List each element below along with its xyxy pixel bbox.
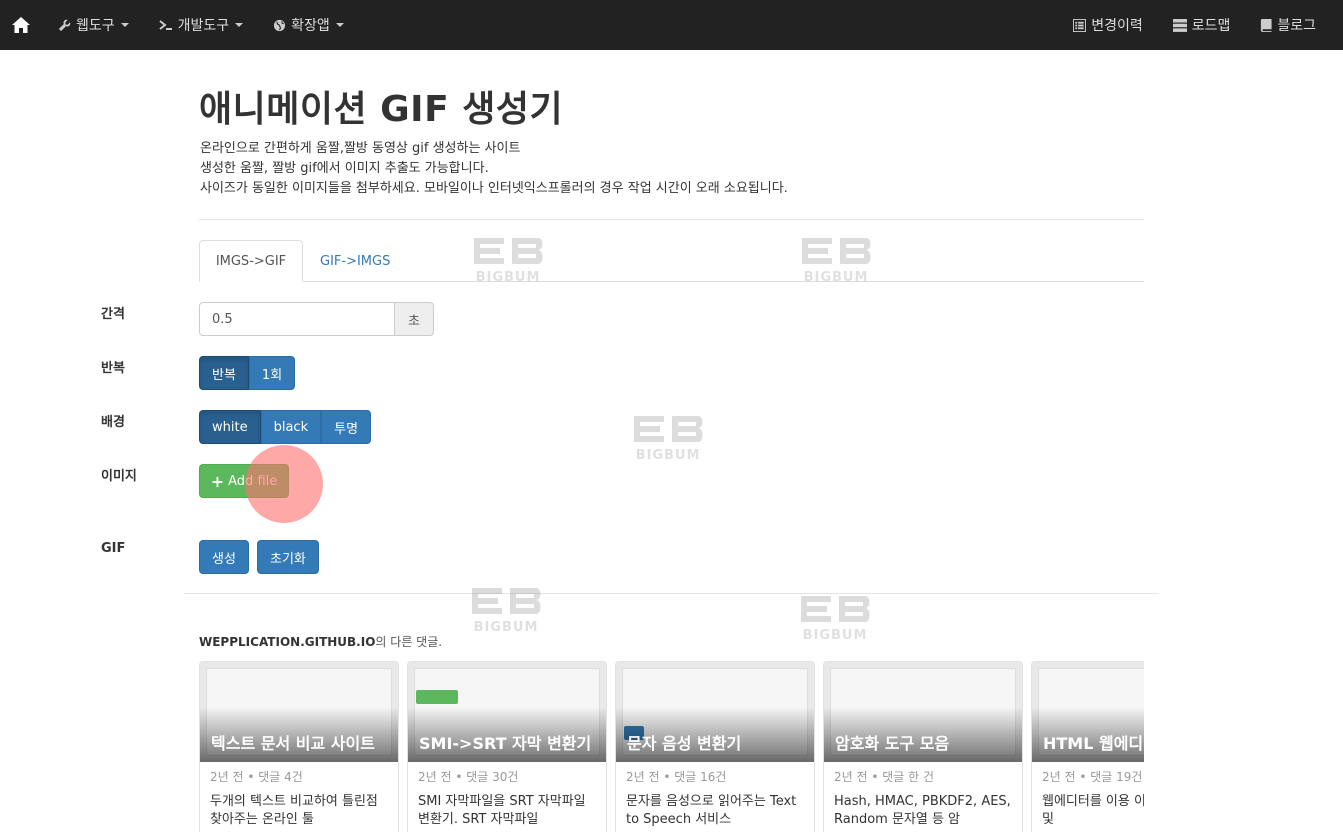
globe-icon: [274, 19, 286, 31]
server-icon: [1172, 18, 1187, 32]
nav-roadmap-label: 로드맵: [1191, 18, 1231, 34]
background-button-group: white black 투명: [199, 410, 372, 444]
card-snippet: SMI 자막파일을 SRT 자막파일 변환기. SRT 자막파일: [418, 794, 586, 827]
card-title: 텍스트 문서 비교 사이트: [211, 734, 375, 753]
card-thumbnail: 문자 음성 변환기: [616, 662, 814, 762]
add-file-label: Add file: [228, 473, 278, 489]
nav-web-tools[interactable]: 웹도구: [42, 0, 144, 50]
background-label: 배경: [101, 415, 125, 430]
caret-down-icon: [120, 23, 129, 27]
comments-site[interactable]: WEPPLICATION.GITHUB.IO: [199, 635, 375, 649]
terminal-icon: [159, 20, 172, 30]
nav-changelog[interactable]: 변경이력: [1058, 0, 1158, 50]
repeat-loop-button[interactable]: 반복: [199, 356, 249, 390]
nav-changelog-label: 변경이력: [1091, 18, 1143, 34]
caret-down-icon: [235, 23, 244, 27]
card-meta: 2년 전 • 댓글 4건: [210, 770, 303, 784]
card-thumbnail: SMI->SRT 자막 변환기: [408, 662, 606, 762]
description-line: 온라인으로 간편하게 움짤,짤방 동영상 gif 생성하는 사이트: [200, 141, 521, 156]
background-white-button[interactable]: white: [199, 410, 261, 444]
related-card[interactable]: 문자 음성 변환기 2년 전 • 댓글 16건 문자를 음성으로 읽어주는 Te…: [615, 661, 815, 832]
repeat-button-group: 반복 1회: [199, 356, 296, 390]
divider: [184, 593, 1159, 594]
nav-dev-tools-label: 개발도구: [177, 18, 230, 34]
watermark-logo: BIGBUM: [797, 594, 873, 644]
nav-dev-tools[interactable]: 개발도구: [144, 0, 259, 50]
top-navbar: 웹도구 개발도구 확장앱 변경이력 로드맵 블로그: [0, 0, 1343, 50]
add-file-button[interactable]: + Add file: [199, 464, 289, 498]
related-card[interactable]: SMI->SRT 자막 변환기 2년 전 • 댓글 30건 SMI 자막파일을 …: [407, 661, 607, 832]
nav-blog-label: 블로그: [1277, 18, 1316, 34]
card-meta: 2년 전 • 댓글 한 건: [834, 770, 935, 784]
image-label: 이미지: [101, 469, 137, 484]
card-title: 문자 음성 변환기: [627, 734, 742, 753]
related-card[interactable]: 텍스트 문서 비교 사이트 2년 전 • 댓글 4건 두개의 텍스트 비교하여 …: [199, 661, 399, 832]
related-card[interactable]: 암호화 도구 모음 2년 전 • 댓글 한 건 Hash, HMAC, PBKD…: [823, 661, 1023, 832]
interval-input-group: 초: [199, 302, 434, 336]
background-transparent-button[interactable]: 투명: [321, 410, 372, 444]
card-snippet: 웹에디터를 이용 이미지 합치기 및: [1042, 794, 1144, 827]
repeat-once-button[interactable]: 1회: [248, 356, 296, 390]
gif-label: GIF: [101, 541, 126, 556]
repeat-label: 반복: [101, 361, 125, 376]
interval-input[interactable]: [199, 302, 395, 336]
page-title: 애니메이션 GIF 생성기: [199, 89, 564, 130]
caret-down-icon: [335, 23, 344, 27]
description-line: 사이즈가 동일한 이미지들을 첨부하세요. 모바일이나 인터넷익스프롤러의 경우…: [200, 181, 788, 196]
nav-extension-apps-label: 확장앱: [291, 18, 330, 34]
nav-web-tools-label: 웹도구: [76, 18, 115, 34]
wrench-icon: [58, 19, 71, 31]
card-title: 암호화 도구 모음: [835, 734, 950, 753]
interval-unit: 초: [395, 302, 434, 336]
related-cards: 텍스트 문서 비교 사이트 2년 전 • 댓글 4건 두개의 텍스트 비교하여 …: [199, 661, 1144, 832]
card-meta: 2년 전 • 댓글 16건: [626, 770, 727, 784]
background-black-button[interactable]: black: [260, 410, 322, 444]
nav-extension-apps[interactable]: 확장앱: [258, 0, 359, 50]
card-snippet: 두개의 텍스트 비교하여 틀린점 찾아주는 온라인 툴: [210, 794, 378, 827]
book-icon: [1261, 18, 1272, 32]
tab-imgs-to-gif[interactable]: IMGS->GIF: [199, 240, 303, 282]
tab-gif-to-imgs[interactable]: GIF->IMGS: [305, 240, 405, 282]
home-icon: [12, 17, 30, 33]
home-button[interactable]: [0, 0, 42, 50]
description-line: 생성한 움짤, 짤방 gif에서 이미지 추출도 가능합니다.: [200, 161, 489, 176]
card-snippet: 문자를 음성으로 읽어주는 Text to Speech 서비스: [626, 794, 797, 827]
nav-blog[interactable]: 블로그: [1245, 0, 1331, 50]
mode-tabs: IMGS->GIF GIF->IMGS: [199, 240, 1144, 282]
card-title: HTML 웹에디터: [1043, 734, 1144, 753]
related-card[interactable]: HTML 웹에디터 2년 전 • 댓글 19건 웹에디터를 이용 이미지 합치기…: [1031, 661, 1144, 832]
comments-suffix: 의 다른 댓글.: [375, 635, 443, 649]
card-meta: 2년 전 • 댓글 30건: [418, 770, 519, 784]
comments-heading: WEPPLICATION.GITHUB.IO의 다른 댓글.: [199, 633, 442, 650]
page-description: 온라인으로 간편하게 움짤,짤방 동영상 gif 생성하는 사이트 생성한 움짤…: [200, 139, 788, 199]
list-icon: [1073, 18, 1087, 32]
plus-icon: +: [210, 471, 225, 491]
reset-button[interactable]: 초기화: [257, 540, 319, 574]
card-title: SMI->SRT 자막 변환기: [419, 734, 592, 753]
card-meta: 2년 전 • 댓글 19건: [1042, 770, 1143, 784]
interval-label: 간격: [101, 307, 125, 322]
watermark-logo: BIGBUM: [630, 414, 706, 464]
nav-roadmap[interactable]: 로드맵: [1158, 0, 1246, 50]
card-snippet: Hash, HMAC, PBKDF2, AES, Random 문자열 등 암: [834, 794, 1011, 827]
divider: [199, 219, 1144, 220]
card-thumbnail: 텍스트 문서 비교 사이트: [200, 662, 398, 762]
card-thumbnail: 암호화 도구 모음: [824, 662, 1022, 762]
card-thumbnail: HTML 웹에디터: [1032, 662, 1144, 762]
create-gif-button[interactable]: 생성: [199, 540, 249, 574]
